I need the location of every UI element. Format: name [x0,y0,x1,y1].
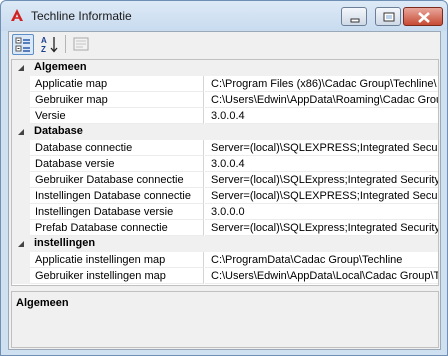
category-label: Database [34,125,83,137]
property-value[interactable]: Server=(local)\SQLExpress;Integrated Sec… [205,172,438,188]
property-name: Database connectie [30,140,204,156]
property-row[interactable]: Instellingen Database versie 3.0.0.0 [12,204,438,220]
category-label: Algemeen [34,61,87,73]
alphabetical-sort-icon: A Z [41,36,58,54]
maximize-button[interactable] [375,7,401,26]
window-title: Techline Informatie [31,9,132,23]
property-name: Gebruiker map [30,92,204,108]
maximize-icon [383,12,395,22]
collapse-icon[interactable] [17,240,25,248]
techline-info-window: Techline Informatie A Z Algemeen Applica… [0,0,448,356]
property-name: Versie [30,108,204,124]
property-name: Gebruiker instellingen map [30,268,204,284]
row-gutter [12,220,30,236]
property-name: Instellingen Database versie [30,204,204,220]
row-gutter [12,108,30,124]
property-value[interactable]: Server=(local)\SQLExpress;Integrated Sec… [205,220,438,236]
row-gutter [12,172,30,188]
minimize-icon [350,18,360,23]
property-row[interactable]: Gebruiker instellingen map C:\Users\Edwi… [12,268,438,284]
property-name: Prefab Database connectie [30,220,204,236]
property-value[interactable]: Server=(local)\SQLEXPRESS;Integrated Sec… [205,188,438,204]
property-value[interactable]: Server=(local)\SQLEXPRESS;Integrated Sec… [205,140,438,156]
property-row[interactable]: Database versie 3.0.0.4 [12,156,438,172]
svg-text:A: A [41,36,47,45]
property-name: Database versie [30,156,204,172]
collapse-icon[interactable] [17,64,25,72]
property-row[interactable]: Prefab Database connectie Server=(local)… [12,220,438,236]
property-row[interactable]: Versie 3.0.0.4 [12,108,438,124]
categorized-icon [15,37,30,52]
category-label: instellingen [34,237,96,249]
minimize-button[interactable] [341,7,367,26]
app-logo-icon [11,9,23,21]
categorized-button[interactable] [12,34,34,55]
description-pane: Algemeen [11,291,439,348]
toolbar: A Z [9,32,440,57]
property-row[interactable]: Gebruiker map C:\Users\Edwin\AppData\Roa… [12,92,438,108]
property-name: Applicatie instellingen map [30,252,204,268]
row-gutter [12,76,30,92]
property-row[interactable]: Instellingen Database connectie Server=(… [12,188,438,204]
title-bar[interactable]: Techline Informatie [1,1,447,31]
row-gutter [12,188,30,204]
property-value[interactable]: 3.0.0.4 [205,156,438,172]
description-title: Algemeen [16,297,69,309]
svg-text:Z: Z [41,45,46,54]
row-gutter [12,236,30,252]
property-row[interactable]: Gebruiker Database connectie Server=(loc… [12,172,438,188]
row-gutter [12,156,30,172]
property-value[interactable]: 3.0.0.4 [205,108,438,124]
row-gutter [12,92,30,108]
property-name: Gebruiker Database connectie [30,172,204,188]
property-row[interactable]: Applicatie map C:\Program Files (x86)\Ca… [12,76,438,92]
property-row[interactable]: Database connectie Server=(local)\SQLEXP… [12,140,438,156]
close-button[interactable] [403,7,443,26]
property-panel: A Z Algemeen Applicatie map C:\Program F… [8,31,441,350]
collapse-icon[interactable] [17,128,25,136]
row-gutter [12,252,30,268]
property-value[interactable]: 3.0.0.0 [205,204,438,220]
property-pages-icon [73,37,89,51]
property-name: Instellingen Database connectie [30,188,204,204]
alphabetical-sort-button[interactable]: A Z [39,34,61,55]
close-icon [418,12,430,23]
toolbar-separator [65,35,66,53]
property-name: Applicatie map [30,76,204,92]
property-value[interactable]: C:\ProgramData\Cadac Group\Techline [205,252,438,268]
row-gutter [12,140,30,156]
property-row[interactable]: Applicatie instellingen map C:\ProgramDa… [12,252,438,268]
category-algemeen[interactable]: Algemeen [12,60,438,76]
row-gutter [12,60,30,76]
property-value[interactable]: C:\Program Files (x86)\Cadac Group\Techl… [205,76,438,92]
row-gutter [12,268,30,284]
row-gutter [12,204,30,220]
property-value[interactable]: C:\Users\Edwin\AppData\Local\Cadac Group… [205,268,438,284]
property-pages-button[interactable] [71,34,93,55]
property-grid: Algemeen Applicatie map C:\Program Files… [11,59,439,286]
category-instellingen[interactable]: instellingen [12,236,438,252]
row-gutter [12,124,30,140]
category-database[interactable]: Database [12,124,438,140]
property-value[interactable]: C:\Users\Edwin\AppData\Roaming\Cadac Gro… [205,92,438,108]
